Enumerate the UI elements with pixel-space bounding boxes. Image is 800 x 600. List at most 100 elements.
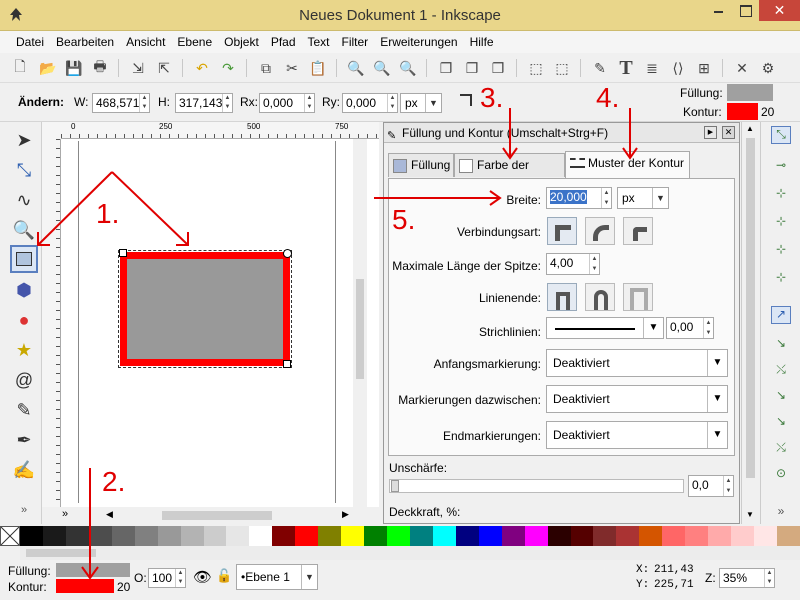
stroke-unit-select[interactable]: px ▼ <box>617 187 669 209</box>
vertical-ruler[interactable] <box>42 139 61 507</box>
3d-box-tool-icon[interactable]: ⬢ <box>10 276 38 304</box>
miter-join-button[interactable] <box>547 217 577 245</box>
close-button[interactable]: ✕ <box>759 0 800 21</box>
paste-icon[interactable]: 📋 <box>308 58 328 78</box>
menu-datei[interactable]: Datei <box>10 31 50 53</box>
width-input[interactable]: 468,571 ▲ ▼ <box>92 93 150 113</box>
scroll-thumb[interactable] <box>26 549 96 557</box>
palette-swatch[interactable] <box>157 526 181 546</box>
palette-swatch[interactable] <box>501 526 525 546</box>
palette-swatch[interactable] <box>593 526 617 546</box>
menu-ansicht[interactable]: Ansicht <box>120 31 171 53</box>
scroll-right-icon[interactable]: ▶ <box>342 509 349 520</box>
spin-arrows-icon[interactable]: ▲ ▼ <box>304 94 314 112</box>
palette-swatch[interactable] <box>708 526 732 546</box>
palette-swatch[interactable] <box>639 526 663 546</box>
duplicate-icon[interactable]: ❐ <box>436 58 456 78</box>
snap-bbox-edge-icon[interactable]: ⊹ <box>771 186 791 204</box>
rectangle-tool-icon[interactable] <box>10 245 38 273</box>
fill-swatch[interactable] <box>727 84 773 101</box>
text-font-icon[interactable]: T <box>616 57 636 79</box>
miter-limit-input[interactable]: 4,00 ▲ ▼ <box>546 253 600 275</box>
snap-object-center-icon[interactable]: ⊙ <box>771 466 791 484</box>
clone-icon[interactable]: ❐ <box>462 58 482 78</box>
palette-swatch[interactable] <box>662 526 686 546</box>
menu-bearbeiten[interactable]: Bearbeiten <box>50 31 120 53</box>
spin-arrows-icon[interactable]: ▲ ▼ <box>601 188 611 208</box>
tweak-tool-icon[interactable]: ∿ <box>10 186 38 214</box>
status-fill-swatch[interactable] <box>56 563 130 577</box>
document-properties-icon[interactable]: ⚙ <box>758 58 778 78</box>
palette-swatch[interactable] <box>364 526 387 546</box>
spin-arrows-icon[interactable]: ▲ ▼ <box>764 569 774 587</box>
resize-handle[interactable] <box>119 249 127 257</box>
unit-select[interactable]: px ▼ <box>400 93 442 113</box>
palette-swatch[interactable] <box>478 526 502 546</box>
tab-stroke-style[interactable]: Muster der Kontur <box>565 151 690 178</box>
palette-swatch[interactable] <box>134 526 158 546</box>
zoom-tool-icon[interactable]: 🔍 <box>10 216 38 244</box>
menu-ebene[interactable]: Ebene <box>171 31 218 53</box>
radius-handle[interactable] <box>283 249 292 258</box>
snap-bbox-icon[interactable]: ⊸ <box>771 158 791 176</box>
menu-objekt[interactable]: Objekt <box>218 31 265 53</box>
spin-arrows-icon[interactable]: ▲ ▼ <box>723 476 733 496</box>
snap-bbox-center-icon[interactable]: ⊹ <box>771 270 791 288</box>
palette-swatch[interactable] <box>754 526 777 546</box>
copy-icon[interactable]: ⧉ <box>256 58 276 78</box>
palette-scrollbar[interactable] <box>20 546 800 560</box>
butt-cap-button[interactable] <box>547 283 577 311</box>
rectangle-object[interactable] <box>118 250 292 368</box>
palette-swatch[interactable] <box>685 526 709 546</box>
preferences-icon[interactable]: ✕ <box>732 58 752 78</box>
import-icon[interactable]: ⇲ <box>128 58 148 78</box>
corner-reset-icon[interactable] <box>460 94 472 106</box>
spin-arrows-icon[interactable]: ▲ ▼ <box>703 318 713 338</box>
no-paint-swatch[interactable] <box>0 526 20 546</box>
spin-arrows-icon[interactable]: ▲ ▼ <box>589 254 599 274</box>
blur-input[interactable]: 0,0 ▲ ▼ <box>688 475 734 497</box>
spin-arrows-icon[interactable]: ▲ ▼ <box>222 94 232 112</box>
palette-swatch[interactable] <box>455 526 479 546</box>
square-cap-button[interactable] <box>623 283 653 311</box>
spin-arrows-icon[interactable]: ▲ ▼ <box>175 569 185 587</box>
snap-nodes-icon[interactable]: ↗ <box>771 306 791 324</box>
menu-text[interactable]: Text <box>302 31 336 53</box>
minimize-button[interactable] <box>705 0 732 21</box>
cut-icon[interactable]: ✂ <box>282 58 302 78</box>
snap-smooth-icon[interactable]: ↘ <box>771 414 791 432</box>
horizontal-ruler[interactable]: 0 250 500 750 <box>61 122 379 139</box>
palette-swatch[interactable] <box>295 526 319 546</box>
save-icon[interactable]: 💾 <box>64 58 84 78</box>
dash-pattern-select[interactable]: ▼ <box>546 317 664 339</box>
ry-input[interactable]: 0,000 ▲ ▼ <box>342 93 398 113</box>
circle-tool-icon[interactable]: ● <box>10 306 38 334</box>
menu-pfad[interactable]: Pfad <box>265 31 302 53</box>
palette-swatch[interactable] <box>409 526 433 546</box>
maximize-button[interactable] <box>732 0 759 21</box>
node-editor-icon[interactable]: ⤡ <box>10 156 38 184</box>
spin-arrows-icon[interactable]: ▲ ▼ <box>139 94 149 112</box>
tab-stroke-paint[interactable]: Farbe der Kontur <box>454 153 565 194</box>
palette-swatch[interactable] <box>387 526 410 546</box>
palette-swatch[interactable] <box>249 526 273 546</box>
align-icon[interactable]: ⊞ <box>694 58 714 78</box>
palette-swatch[interactable] <box>203 526 227 546</box>
new-document-icon[interactable]: 🗋 <box>10 58 30 78</box>
status-stroke-swatch[interactable] <box>56 579 114 593</box>
dialog-collapse-icon[interactable]: ▶ <box>704 126 717 139</box>
scroll-thumb[interactable] <box>746 138 755 478</box>
start-marker-select[interactable]: Deaktiviert ▼ <box>546 349 728 377</box>
snapbar-overflow-icon[interactable]: » <box>771 504 791 522</box>
palette-swatch[interactable] <box>226 526 250 546</box>
palette-swatch[interactable] <box>616 526 640 546</box>
palette-swatch[interactable] <box>432 526 456 546</box>
menu-erweiterungen[interactable]: Erweiterungen <box>374 31 463 53</box>
snap-midpoint-icon[interactable]: ⤯ <box>771 440 791 458</box>
palette-swatch[interactable] <box>341 526 365 546</box>
lock-icon[interactable]: 🔓 <box>216 568 232 584</box>
palette-swatch[interactable] <box>731 526 754 546</box>
palette-swatch[interactable] <box>570 526 594 546</box>
round-cap-button[interactable] <box>585 283 615 311</box>
spin-arrows-icon[interactable]: ▲ ▼ <box>387 94 397 112</box>
